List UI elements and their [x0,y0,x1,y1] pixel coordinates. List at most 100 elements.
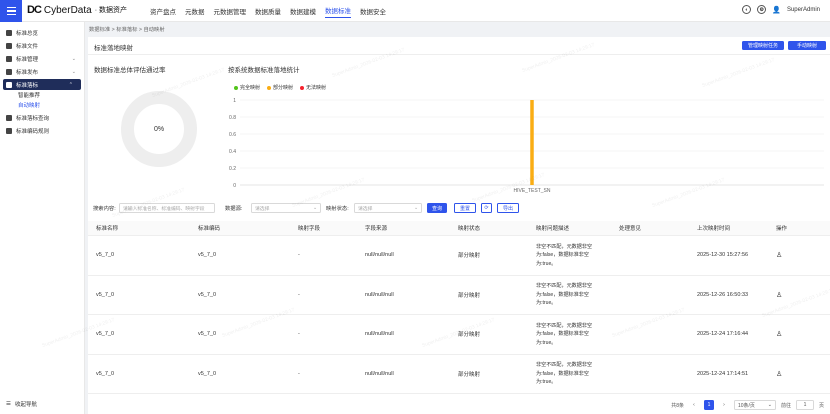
logo-mark: DC [27,4,42,16]
manual-mapping-button[interactable]: 手动映射 [788,41,826,50]
sidebar-item-label: 标准发布 [16,69,39,76]
issue-line: 非空不匹配，元数据非空 [536,362,593,368]
mapping-status-placeholder: 请选择 [358,206,373,212]
user-action-icon[interactable]: ♙ [776,236,782,275]
cell-time: 2025-12-26 16:50:33 [697,291,749,298]
cell-time: 2025-12-30 15:27:56 [697,252,749,259]
app-logo[interactable]: DC CyberData · 数据资产 [27,4,127,16]
sidebar-subitem-recommend[interactable]: 智能推荐 [0,90,84,100]
sidebar-item-landing-query[interactable]: 标准落标查询 [0,112,84,123]
topnav-item[interactable]: 数据质量 [255,6,281,16]
mapping-status-select[interactable]: 请选择 ⌄ [354,203,422,213]
cell-code: v5_7_0 [198,291,217,298]
menu-toggle-button[interactable] [0,0,22,22]
table-row[interactable]: v5_7_0 v5_7_0 - null/null/null 部分映射 非空不匹配，元数据… [88,276,830,315]
topnav-item[interactable]: 元数据管理 [214,6,247,16]
cell-status: 部分映射 [458,332,481,339]
cell-name: v5_7_0 [96,291,115,298]
search-content-input[interactable]: 请输入标准名称、标准编码、映射字段 [119,203,215,213]
issue-line: 为:true。 [536,260,557,267]
overview-icon [6,29,12,36]
page-size-select[interactable]: 10条/页 ⌄ [733,400,776,410]
mapping-table: 标准名称 标准编码 映射字段 字段来源 映射状态 映射问题描述 处理意见 上次映射时间 操作 v… [88,221,830,394]
mapping-bar-chart: 1 0.8 0.6 0.4 0.2 0 HIVE_TEST_SN [229,98,824,194]
refresh-icon[interactable]: ⟳ [481,203,492,213]
topnav-item[interactable]: 元数据 [185,6,205,16]
issue-line: 为:false，数据标准非空 [536,252,589,258]
column-header: 标准编码 [198,226,221,232]
table-row[interactable]: v5_7_0 v5_7_0 - null/null/null 部分映射 非空不匹配，元数据… [88,355,830,394]
y-tick-label: 0.8 [229,115,236,121]
legend-label: 无法映射 [306,85,327,91]
topnav-item[interactable]: 数据建模 [290,6,316,16]
user-name[interactable]: SuperAdmin [787,7,820,13]
user-icon[interactable]: 👤 [772,6,781,14]
main-panel: 标准落地映射 管理映射任务 手动映射 数据标准总体评估通过率 0% 按系统数据标… [88,37,830,414]
table-row[interactable]: v5_7_0 v5_7_0 - null/null/null 部分映射 非空不匹配，元数据… [88,315,830,355]
sidebar-item-code-rules[interactable]: 标准编码规则 [0,125,84,136]
sidebar-item-label: 标准管理 [16,56,39,63]
issue-line: 为:false，数据标准非空 [536,291,589,298]
collapse-nav-button[interactable]: ☰ 收起导航 [6,400,37,408]
y-tick-label: 1 [233,98,236,104]
search-content-label: 搜索内容: [93,206,116,212]
sidebar: 标准总览 标准文件 标准管理 ⌄ 标准发布 ⌄ 标准落标 ⌃ 智能推荐 自动映射 标准… [0,22,85,414]
user-action-icon[interactable]: ♙ [776,276,782,315]
breadcrumb: 数据标准 > 标准落标 > 自动映射 [89,27,165,33]
top-bar: DC CyberData · 数据资产 资产盘点 元数据 元数据管理 数据质量 数据建模… [0,0,830,22]
legend-item[interactable]: 部分映射 [267,84,293,91]
sidebar-item-publish[interactable]: 标准发布 ⌄ [0,66,84,77]
cell-source: null/null/null [365,291,394,298]
user-action-icon[interactable]: ♙ [776,315,782,354]
chevron-down-icon: ⌄ [767,402,772,408]
topnav-item[interactable]: 数据标准 [325,5,351,18]
legend-item[interactable]: 无法映射 [300,84,326,91]
goto-page-input[interactable]: 1 [795,400,814,410]
next-page-button[interactable]: › [719,400,729,410]
cell-code: v5_7_0 [198,370,217,377]
chevron-down-icon: ⌄ [71,68,76,75]
collapse-nav-label: 收起导航 [14,402,37,408]
sidebar-item-label: 标准文件 [16,43,39,50]
reset-button[interactable]: 重置 [454,203,476,213]
column-header: 映射状态 [458,226,481,232]
topnav-item[interactable]: 资产盘点 [150,6,176,16]
sidebar-item-manage[interactable]: 标准管理 ⌄ [0,53,84,64]
publish-icon [6,68,12,75]
cell-name: v5_7_0 [96,370,115,377]
app-name: CyberData [43,4,92,16]
column-header: 上次映射时间 [697,226,731,232]
issue-line: 非空不匹配，元数据非空 [536,283,593,289]
user-action-icon[interactable]: ♙ [776,355,782,394]
cell-field: - [298,252,300,259]
legend-item[interactable]: 完全映射 [234,84,260,91]
manage-mapping-task-button[interactable]: 管理映射任务 [742,41,784,50]
issue-line: 为:true。 [536,339,557,346]
issue-line: 为:false，数据标准非空 [536,370,589,377]
page-1-button[interactable]: 1 [703,400,714,410]
search-content-placeholder: 请输入标准名称、标准编码、映射字段 [123,206,205,212]
theme-icon[interactable]: ◐ [742,5,752,14]
bar-部分映射[interactable] [530,100,534,185]
sidebar-item-label: 标准总览 [16,30,39,37]
manage-icon [6,55,12,62]
topnav-item[interactable]: 数据安全 [360,6,386,16]
legend-dot [234,85,238,90]
column-header: 映射问题描述 [536,226,570,232]
prev-page-button[interactable]: ‹ [689,400,699,410]
sidebar-item-files[interactable]: 标准文件 [0,40,84,51]
sidebar-subitem-auto-mapping[interactable]: 自动映射 [0,100,84,110]
sidebar-item-overview[interactable]: 标准总览 [0,27,84,38]
chart-legend: 完全映射 部分映射 无法映射 [234,84,326,91]
landing-icon [6,81,12,88]
settings-icon[interactable]: ⚙ [757,5,767,14]
query-button[interactable]: 查询 [427,203,447,213]
sidebar-item-landing[interactable]: 标准落标 ⌃ [3,79,81,90]
data-source-select[interactable]: 请选择 ⌄ [251,203,321,213]
table-row[interactable]: v5_7_0 v5_7_0 - null/null/null 部分映射 非空不匹配，元数据… [88,236,830,276]
page-header: 标准落地映射 管理映射任务 手动映射 [88,37,830,55]
y-tick-label: 0.4 [229,149,236,155]
export-button[interactable]: 导出 [497,203,519,213]
cell-status: 部分映射 [458,292,481,299]
column-header: 操作 [776,226,788,232]
